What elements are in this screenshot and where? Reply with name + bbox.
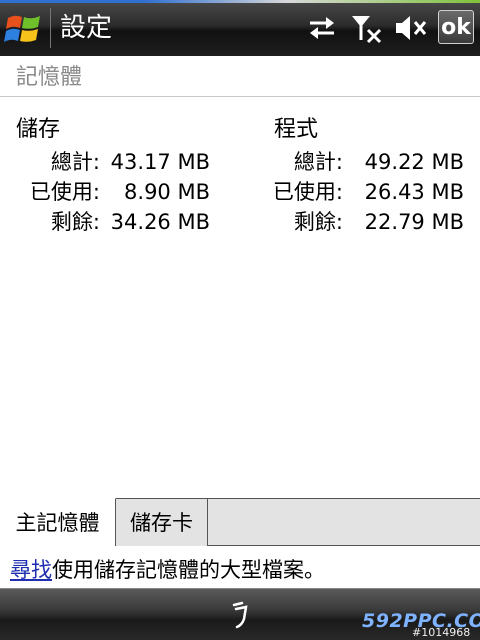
tab-main-memory[interactable]: 主記憶體 (0, 498, 116, 546)
storage-used-value: 8.90 MB (124, 180, 210, 204)
storage-section-title: 儲存 (16, 117, 61, 142)
storage-total-value: 43.17 MB (110, 150, 210, 174)
signal-button[interactable] (348, 10, 384, 46)
tab-storage-card[interactable]: 儲存卡 (116, 498, 208, 546)
program-free-label: 剩餘: (293, 210, 343, 234)
input-panel-button[interactable] (222, 597, 258, 633)
title-bar-accent (0, 0, 480, 3)
windows-start-button[interactable] (0, 4, 48, 52)
find-description: 使用儲存記憶體的大型檔案。 (52, 558, 325, 582)
connectivity-icon (310, 17, 334, 39)
program-used-value: 26.43 MB (364, 180, 464, 204)
connectivity-button[interactable] (304, 10, 340, 46)
ok-button[interactable]: ok (438, 10, 474, 44)
title-divider (50, 8, 51, 48)
input-panel-icon (232, 601, 248, 629)
storage-free-value: 34.26 MB (110, 210, 210, 234)
windows-start-icon (4, 15, 40, 42)
program-used-label: 已使用: (272, 180, 343, 204)
screen: 設定 ok 記憶體 儲存 總計: 43.17 MB 已使用: 8.90 MB 剩… (0, 0, 480, 640)
storage-used-label: 已使用: (29, 180, 100, 204)
title-bar: 設定 ok (0, 0, 480, 56)
find-large-files-row: 尋找使用儲存記憶體的大型檔案。 (10, 556, 325, 584)
page-title: 記憶體 (16, 65, 83, 90)
program-free-value: 22.79 MB (364, 210, 464, 234)
storage-total-label: 總計: (50, 150, 100, 174)
program-section-title: 程式 (274, 117, 319, 142)
storage-free-label: 剩餘: (50, 210, 100, 234)
tab-bar: 主記憶體 儲存卡 (0, 498, 480, 546)
volume-button[interactable] (392, 10, 428, 46)
window-title: 設定 (60, 13, 113, 43)
page-header: 記憶體 (0, 56, 480, 97)
watermark-id: #1014968 (412, 626, 471, 639)
program-total-label: 總計: (293, 150, 343, 174)
find-link[interactable]: 尋找 (10, 558, 52, 582)
signal-off-icon (352, 16, 382, 44)
speaker-muted-icon (396, 16, 427, 40)
program-total-value: 49.22 MB (364, 150, 464, 174)
